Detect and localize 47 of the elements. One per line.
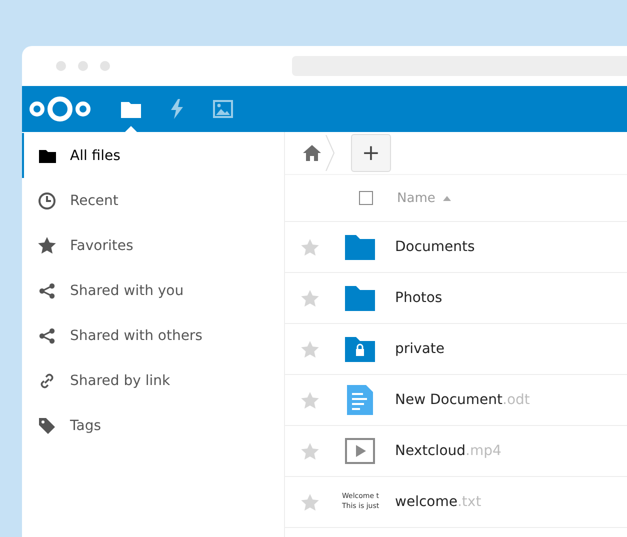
file-name: Nextcloud.mp4 (395, 443, 502, 459)
window-dot-icon (78, 61, 88, 71)
logo-icon[interactable] (28, 95, 92, 123)
sidebar-item[interactable]: Recent (22, 178, 284, 223)
window-dot-icon (100, 61, 110, 71)
window-dot-icon (56, 61, 66, 71)
sidebar-item[interactable]: All files (22, 133, 284, 178)
folder-icon (345, 234, 375, 260)
clock-icon (38, 192, 56, 210)
star-icon[interactable] (301, 238, 319, 256)
star-icon[interactable] (301, 494, 319, 510)
sidebar-item[interactable]: Shared with you (22, 268, 284, 313)
sidebar-item[interactable]: Favorites (22, 223, 284, 268)
locked-folder-icon (345, 336, 375, 362)
folder-icon (345, 286, 375, 310)
file-row[interactable]: New Document.odt (285, 375, 627, 426)
file-row[interactable]: Documents (285, 222, 627, 273)
tag-icon (39, 418, 55, 434)
star-icon[interactable] (301, 442, 319, 460)
star-icon[interactable] (301, 290, 319, 306)
new-button[interactable]: + (351, 134, 391, 172)
sidebar-item[interactable]: Shared by link (22, 358, 284, 403)
file-name: New Document.odt (395, 392, 530, 408)
share-icon (39, 282, 55, 298)
star-icon[interactable] (301, 340, 319, 358)
video-icon (345, 438, 375, 464)
sidebar-item[interactable]: Shared with others (22, 313, 284, 358)
lightning-icon (170, 99, 184, 119)
file-name: Documents (395, 239, 475, 255)
file-name: Photos (395, 290, 442, 306)
link-icon (39, 372, 55, 388)
file-row[interactable]: Nextcloud.mp4 (285, 426, 627, 477)
folder-icon (121, 100, 141, 118)
file-row[interactable]: Photos (285, 273, 627, 324)
breadcrumb-separator-icon (325, 135, 335, 171)
star-icon[interactable] (301, 392, 319, 408)
folder-icon (38, 148, 56, 162)
file-name: private (395, 341, 444, 357)
sidebar-item[interactable]: Tags (22, 403, 284, 448)
star-icon (38, 237, 56, 254)
home-icon[interactable] (303, 145, 321, 161)
share-icon (39, 328, 55, 344)
select-all-checkbox[interactable] (359, 191, 373, 205)
file-name: welcome.txt (395, 494, 482, 510)
file-row[interactable]: private (285, 324, 627, 375)
document-icon (347, 385, 373, 415)
image-icon (213, 100, 233, 118)
